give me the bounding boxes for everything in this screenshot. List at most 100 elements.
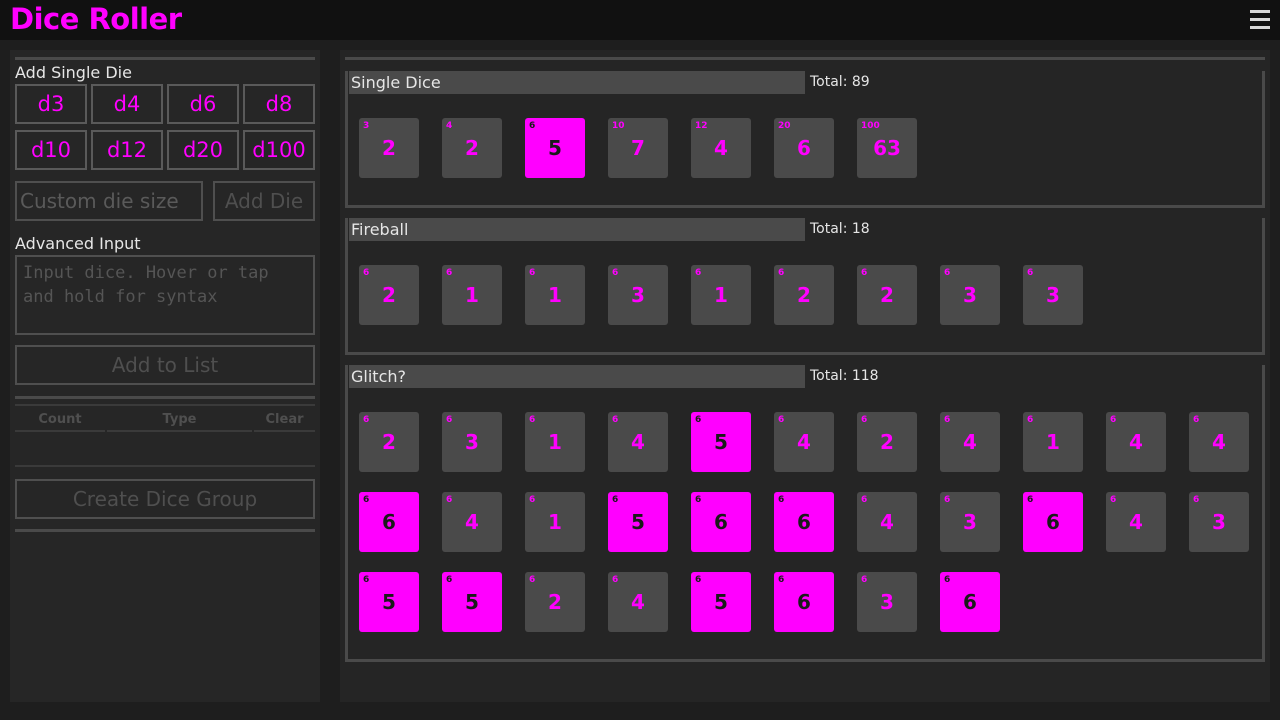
- die-value: 4: [631, 590, 645, 614]
- die-tile[interactable]: 66: [774, 572, 834, 632]
- die-tile[interactable]: 64: [857, 492, 917, 552]
- divider: [15, 465, 315, 467]
- die-value: 4: [1129, 510, 1143, 534]
- add-single-die-label: Add Single Die: [15, 63, 132, 82]
- die-tile[interactable]: 65: [608, 492, 668, 552]
- d4-button[interactable]: d4: [91, 84, 163, 124]
- die-tile[interactable]: 63: [940, 492, 1000, 552]
- die-value: 7: [631, 136, 645, 160]
- die-value: 1: [548, 283, 562, 307]
- die-tile[interactable]: 62: [525, 572, 585, 632]
- die-value: 6: [714, 510, 728, 534]
- die-value: 4: [714, 136, 728, 160]
- die-tile[interactable]: 64: [1189, 412, 1249, 472]
- die-value: 2: [382, 283, 396, 307]
- divider: [15, 529, 315, 532]
- hamburger-menu-icon[interactable]: [1250, 10, 1270, 30]
- die-value: 5: [714, 590, 728, 614]
- die-tile[interactable]: 64: [608, 412, 668, 472]
- die-tile[interactable]: 10 7: [608, 118, 668, 178]
- die-tile[interactable]: 42: [442, 118, 502, 178]
- die-tile[interactable]: 61: [525, 265, 585, 325]
- die-tile[interactable]: 62: [857, 265, 917, 325]
- d10-button[interactable]: d10: [15, 130, 87, 170]
- d8-button[interactable]: d8: [243, 84, 315, 124]
- die-tile[interactable]: 20 6: [774, 118, 834, 178]
- d20-button[interactable]: d20: [167, 130, 239, 170]
- d12-button[interactable]: d12: [91, 130, 163, 170]
- die-value: 5: [631, 510, 645, 534]
- die-tile[interactable]: 66: [1023, 492, 1083, 552]
- die-tile[interactable]: 66: [774, 492, 834, 552]
- die-tile[interactable]: 65: [359, 572, 419, 632]
- die-value: 1: [714, 283, 728, 307]
- die-tile[interactable]: 63: [940, 265, 1000, 325]
- advanced-input-label: Advanced Input: [15, 234, 141, 253]
- divider: [254, 430, 315, 432]
- die-value: 5: [382, 590, 396, 614]
- advanced-input-field[interactable]: Input dice. Hover or tap and hold for sy…: [15, 255, 315, 335]
- die-value: 4: [1129, 430, 1143, 454]
- die-tile[interactable]: 66: [359, 492, 419, 552]
- die-value: 3: [631, 283, 645, 307]
- divider: [15, 396, 315, 399]
- group-title: Glitch?: [349, 365, 805, 388]
- die-tile[interactable]: 61: [525, 412, 585, 472]
- die-tile[interactable]: 62: [774, 265, 834, 325]
- die-value: 4: [1212, 430, 1226, 454]
- die-tile[interactable]: 62: [857, 412, 917, 472]
- divider: [15, 57, 315, 60]
- die-tile[interactable]: 12 4: [691, 118, 751, 178]
- die-tile[interactable]: 64: [608, 572, 668, 632]
- add-die-button[interactable]: Add Die: [213, 181, 315, 221]
- die-tile[interactable]: 61: [1023, 412, 1083, 472]
- die-value: 2: [548, 590, 562, 614]
- d6-button[interactable]: d6: [167, 84, 239, 124]
- die-tile[interactable]: 64: [1106, 492, 1166, 552]
- die-tile[interactable]: 63: [1023, 265, 1083, 325]
- die-tile[interactable]: 61: [691, 265, 751, 325]
- die-value: 6: [797, 136, 811, 160]
- d3-button[interactable]: d3: [15, 84, 87, 124]
- dice-results-panel: Single Dice Total: 89 3 2 4 2 6 5 10 7 12 4 20 6 100…: [340, 50, 1270, 702]
- die-value: 5: [465, 590, 479, 614]
- die-tile[interactable]: 100 63: [857, 118, 917, 178]
- die-value: 63: [873, 136, 901, 160]
- die-tile[interactable]: 63: [857, 572, 917, 632]
- die-tile[interactable]: 63: [1189, 492, 1249, 552]
- die-tile[interactable]: 65: [691, 572, 751, 632]
- die-tile[interactable]: 63: [608, 265, 668, 325]
- die-tile[interactable]: 63: [442, 412, 502, 472]
- die-tile[interactable]: 64: [1106, 412, 1166, 472]
- die-value: 6: [382, 510, 396, 534]
- die-tile[interactable]: 64: [442, 492, 502, 552]
- die-value: 2: [880, 283, 894, 307]
- die-tile[interactable]: 62: [359, 265, 419, 325]
- die-tile[interactable]: 64: [774, 412, 834, 472]
- d100-button[interactable]: d100: [243, 130, 315, 170]
- app-header: Dice Roller: [0, 0, 1280, 40]
- create-dice-group-button[interactable]: Create Dice Group: [15, 479, 315, 519]
- die-value: 4: [631, 430, 645, 454]
- die-tile[interactable]: 66: [691, 492, 751, 552]
- divider: [107, 430, 252, 432]
- die-tile[interactable]: 66: [940, 572, 1000, 632]
- die-tile[interactable]: 65: [525, 118, 585, 178]
- die-tile[interactable]: 65: [691, 412, 751, 472]
- custom-die-size-input[interactable]: Custom die size: [15, 181, 203, 221]
- die-tile[interactable]: 64: [940, 412, 1000, 472]
- die-value: 2: [880, 430, 894, 454]
- die-tile[interactable]: 61: [442, 265, 502, 325]
- die-tile[interactable]: 32: [359, 118, 419, 178]
- sidebar: Add Single Die d3 d4 d6 d8 d10 d12 d20 d…: [10, 50, 320, 702]
- die-value: 6: [797, 510, 811, 534]
- die-tile[interactable]: 65: [442, 572, 502, 632]
- count-column-header: Count: [38, 412, 82, 427]
- group-total: Total: 89: [810, 74, 870, 90]
- add-to-list-button[interactable]: Add to List: [15, 345, 315, 385]
- die-tile[interactable]: 61: [525, 492, 585, 552]
- die-value: 4: [465, 510, 479, 534]
- die-value: 6: [797, 590, 811, 614]
- die-value: 3: [963, 283, 977, 307]
- die-tile[interactable]: 62: [359, 412, 419, 472]
